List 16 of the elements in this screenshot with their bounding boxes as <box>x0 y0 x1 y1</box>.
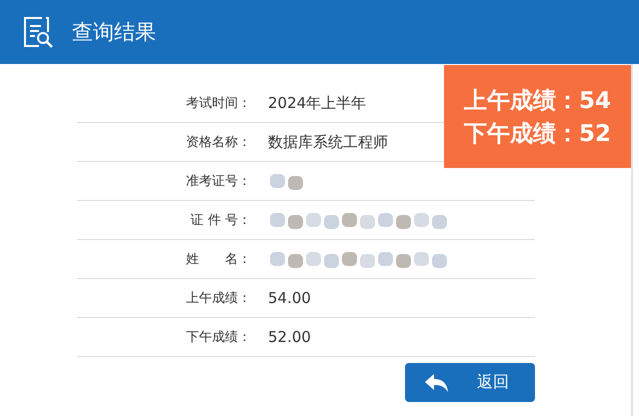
score-summary: 下午成绩：52 <box>464 120 611 148</box>
field-label: 上午成绩： <box>185 290 252 307</box>
field-label: 考试时间： <box>185 95 252 112</box>
field-label: 资格名称： <box>185 134 252 151</box>
field-label: 下午成绩： <box>185 329 252 346</box>
field-value: 54.00 <box>268 289 311 307</box>
field-value: 52.00 <box>268 328 311 346</box>
page-title: 查询结果 <box>72 19 156 46</box>
field-label: 姓 名： <box>185 251 252 268</box>
score-summary: 上午成绩：54 <box>464 86 611 116</box>
back-button[interactable]: 返回 <box>405 363 535 402</box>
field-value: 数据库系统工程师 <box>268 132 388 152</box>
field-value: 2024年上半年 <box>268 94 366 112</box>
field-label: 准考证号： <box>185 173 252 190</box>
field-label: 证 件 号： <box>190 212 252 229</box>
reply-arrow-icon <box>425 374 449 392</box>
